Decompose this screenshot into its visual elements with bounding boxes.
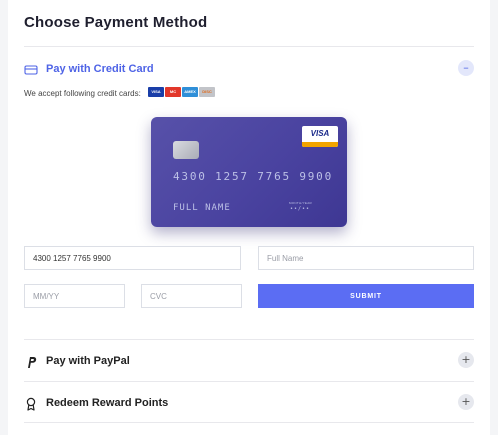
card-chip-icon <box>173 141 199 159</box>
credit-card-label: Pay with Credit Card <box>46 63 154 75</box>
expiry-display: ••/•• <box>290 206 311 212</box>
collapse-toggle-button[interactable]: – <box>458 60 474 76</box>
reward-label: Redeem Reward Points <box>46 397 169 409</box>
award-ribbon-icon <box>26 397 36 411</box>
expiry-caption: MONTH/YEAR <box>289 201 313 205</box>
submit-button[interactable]: SUBMIT <box>258 284 474 308</box>
expand-toggle-button[interactable]: + <box>458 394 474 410</box>
divider <box>24 381 474 382</box>
visa-badge: VISA <box>302 126 338 147</box>
full-name-input[interactable] <box>258 246 474 270</box>
card-number-display: 4300 1257 7765 9900 <box>173 170 334 183</box>
card-number-input[interactable] <box>24 246 241 270</box>
paypal-section-header[interactable]: Pay with PayPal + <box>24 352 474 376</box>
expand-toggle-button[interactable]: + <box>458 352 474 368</box>
divider <box>24 339 474 340</box>
visa-badge-band <box>302 142 338 147</box>
visa-logo: VISA <box>148 87 164 97</box>
accepted-cards-logos: VISA MC AMEX DISC <box>148 87 216 99</box>
expiry-input[interactable] <box>24 284 125 308</box>
card-holder-display: FULL NAME <box>173 203 231 213</box>
reward-section-header[interactable]: Redeem Reward Points + <box>24 394 474 418</box>
paypal-icon <box>28 357 37 368</box>
paypal-label: Pay with PayPal <box>46 355 130 367</box>
page-title: Choose Payment Method <box>24 14 208 31</box>
visa-badge-text: VISA <box>310 129 330 138</box>
amex-logo: AMEX <box>182 87 198 97</box>
accepted-cards-text: We accept following credit cards: <box>24 89 141 98</box>
divider <box>24 46 474 47</box>
credit-card-section-header[interactable]: Pay with Credit Card – <box>24 60 474 84</box>
mastercard-logo: MC <box>165 87 181 97</box>
divider <box>24 422 474 423</box>
credit-card-preview: VISA 4300 1257 7765 9900 FULL NAME MONTH… <box>151 117 347 227</box>
discover-logo: DISC <box>199 87 215 97</box>
payment-panel: Choose Payment Method Pay with Credit Ca… <box>8 0 490 435</box>
credit-card-icon <box>24 65 38 75</box>
cvc-input[interactable] <box>141 284 242 308</box>
